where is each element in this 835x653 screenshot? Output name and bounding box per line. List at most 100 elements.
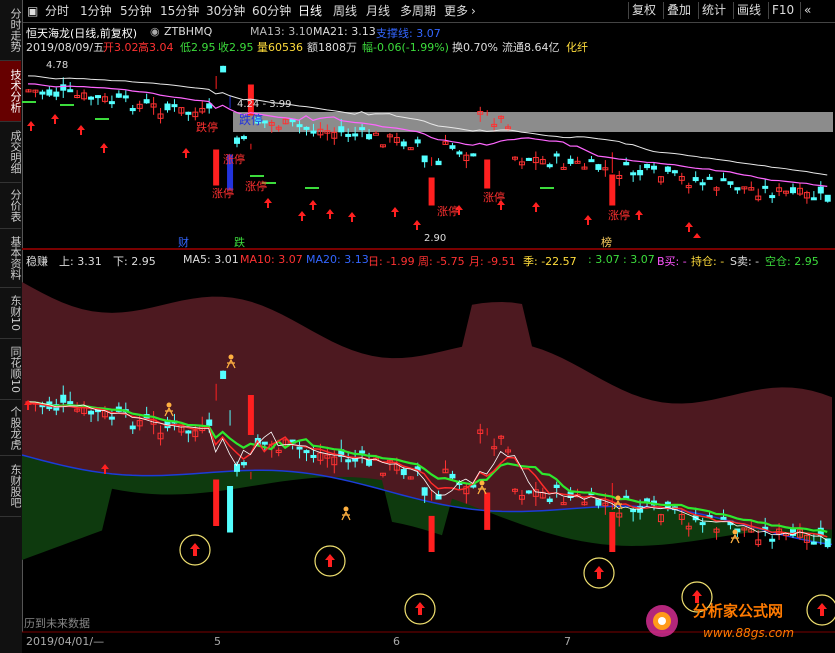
indicator-ma10: MA10: 3.07 (240, 253, 303, 266)
price-candle (699, 182, 706, 186)
ind-candle (484, 492, 491, 530)
ind-candle (630, 509, 637, 513)
zt-label-2: 涨停 (223, 152, 245, 166)
price-candle (817, 186, 824, 194)
high-price-label: 4.78 (46, 60, 68, 71)
price-candle (428, 177, 435, 206)
ind-candle (345, 459, 352, 463)
ind-candle (810, 541, 817, 545)
future-data-text: 历到未来数据 (24, 616, 90, 630)
price-candle (303, 126, 310, 130)
price-candle (553, 153, 560, 157)
zt-label-6: 涨停 (483, 190, 505, 204)
price-candle (400, 141, 407, 147)
price-candle (790, 187, 796, 194)
ind-candle (400, 469, 407, 476)
low-price-label: 2.90 (424, 233, 446, 244)
zt-label-4: 涨停 (245, 179, 267, 193)
price-candle (129, 107, 136, 112)
price-candle (143, 99, 150, 104)
ind-candle (247, 395, 254, 435)
price-candle (720, 178, 727, 182)
price-candle (630, 172, 637, 176)
ind-candle (359, 450, 366, 454)
runner-icon (343, 506, 349, 512)
month-7: 7 (564, 635, 571, 648)
ind-candle (553, 484, 560, 489)
price-candle (60, 84, 67, 91)
ind-candle (185, 430, 192, 434)
price-candle (338, 126, 345, 133)
price-candle (310, 130, 317, 134)
price-candle (525, 157, 532, 161)
indicator-ma5: MA5: 3.01 (183, 253, 239, 266)
indicator-season: 季: -22.57 (523, 255, 577, 268)
ind-candle (234, 463, 240, 472)
indicator-empty: 空仓: 2.95 (765, 255, 819, 268)
price-candle (810, 197, 817, 201)
zt-label-3: 涨停 (212, 186, 234, 200)
ind-candle (220, 370, 227, 379)
indicator-hold: 持仓: - (691, 255, 725, 268)
ind-candle (546, 498, 553, 503)
price-candle (692, 177, 699, 182)
price-candle (651, 165, 657, 170)
price-candle (671, 170, 678, 174)
ind-candle (88, 410, 95, 415)
buy-arrow-icon (182, 148, 190, 158)
indicator-v1: : 3.07 (588, 253, 620, 266)
price-candle (240, 136, 247, 140)
price-candle (664, 166, 671, 172)
ind-candle (108, 416, 115, 420)
buy-arrow-icon (309, 200, 317, 210)
buy-arrow-icon (635, 210, 643, 220)
month-5: 5 (214, 635, 221, 648)
ind-candle (428, 515, 435, 553)
price-candle (414, 139, 421, 144)
price-candle (421, 155, 428, 163)
ind-candle (609, 512, 616, 552)
ind-candle (720, 516, 727, 520)
buy-arrow-icon (532, 202, 540, 212)
price-candle (39, 91, 46, 95)
price-candle (53, 91, 60, 97)
buy-arrow-icon (391, 207, 399, 217)
ind-candle (60, 394, 67, 403)
price-candle (185, 111, 192, 115)
buy-arrow-icon (584, 215, 592, 225)
price-candle (734, 187, 741, 191)
zt-label-1: 跌停 (196, 120, 218, 134)
footer-date: 2019/04/01/— (26, 635, 104, 648)
indicator-down: 下: 2.95 (113, 255, 156, 268)
price-candle (644, 164, 651, 169)
triangle-arrow-icon (693, 233, 701, 238)
runner-icon (615, 495, 621, 501)
ind-candle (227, 486, 234, 533)
ind-candle (769, 538, 776, 542)
ind-candle (67, 401, 74, 405)
price-candle (588, 159, 595, 163)
signal-arrow-icon (817, 603, 827, 616)
price-candle (234, 137, 240, 144)
chart-canvas: 4.78 4.24 - 3.99 跌停 2.90 财 跌 榜 跌停 涨停 涨停 … (21, 60, 835, 653)
ind-candle (699, 522, 706, 526)
buy-arrow-icon (685, 222, 693, 232)
indicator-day: 日: -1.99 (368, 255, 415, 268)
price-candle (366, 134, 373, 140)
buy-arrow-icon (27, 121, 35, 131)
runner-icon (228, 354, 234, 360)
signal-arrow-icon (594, 566, 604, 579)
ind-candle (525, 490, 532, 494)
runner-icon (732, 529, 738, 535)
ind-candle (129, 425, 136, 430)
indicator-sell: S卖: - (730, 255, 760, 268)
ind-candle (352, 458, 359, 462)
ind-candle (449, 473, 456, 479)
watermark-title: 分析家公式网 (693, 602, 783, 620)
price-candle (373, 132, 379, 136)
price-candle (706, 176, 713, 180)
indicator-v2: : 3.07 (623, 253, 655, 266)
indicator-month: 月: -9.51 (469, 255, 516, 268)
buy-arrow-icon (298, 211, 306, 221)
price-candle (171, 104, 178, 108)
